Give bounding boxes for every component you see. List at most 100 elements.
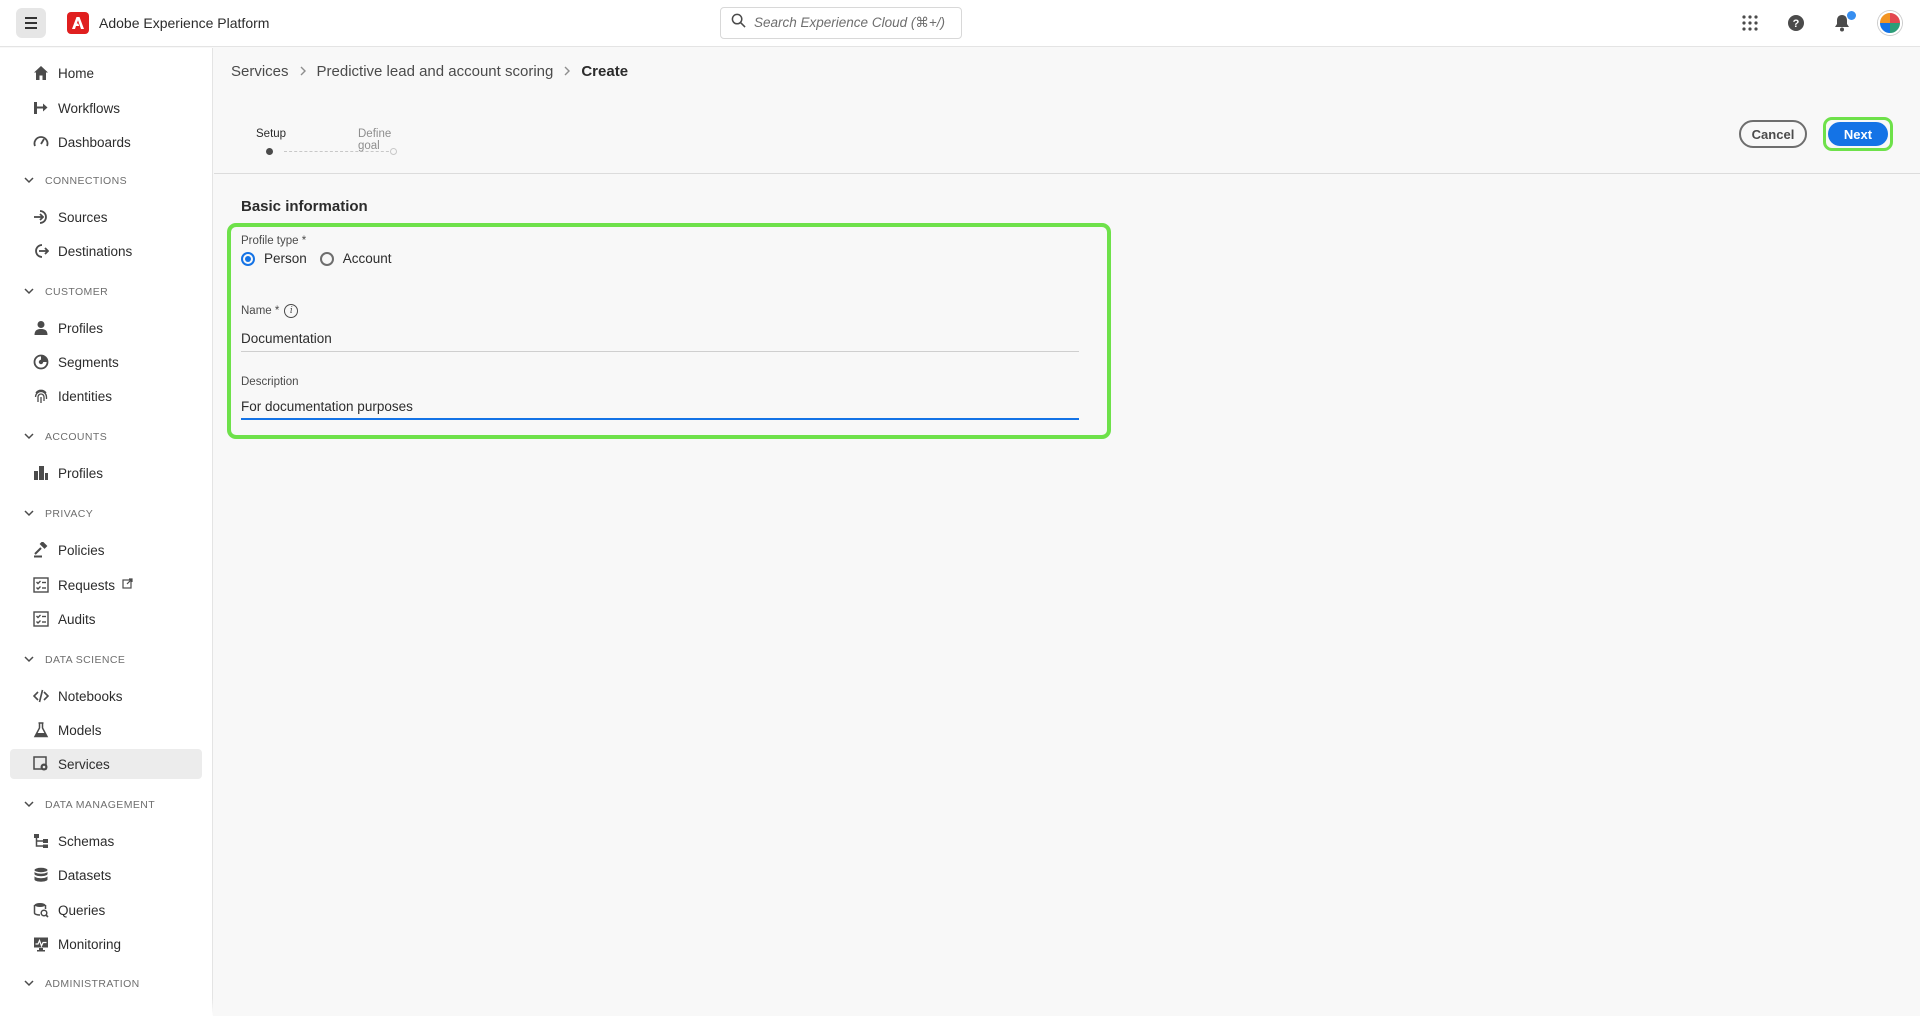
radio-option-account[interactable]: Account (319, 251, 392, 266)
sources-icon (32, 208, 50, 226)
beaker-icon (32, 721, 50, 739)
sidebar-item-label: Identities (58, 388, 113, 404)
apps-grid-icon[interactable] (1739, 12, 1761, 34)
notification-badge (1847, 11, 1856, 20)
sidebar-item-identities[interactable]: Identities (10, 381, 202, 411)
profile-type-radio-group: Person Account (241, 251, 405, 266)
breadcrumb-predictive-scoring[interactable]: Predictive lead and account scoring (317, 63, 554, 80)
scroll-fade (0, 998, 213, 1016)
workflow-icon (32, 99, 50, 117)
cancel-button[interactable]: Cancel (1739, 120, 1807, 148)
search-input[interactable]: Search Experience Cloud (⌘+/) (720, 7, 962, 39)
sidebar-item-schemas[interactable]: Schemas (10, 826, 202, 856)
external-link-icon (122, 578, 133, 592)
section-title: ADMINISTRATION (45, 978, 140, 990)
section-title: DATA SCIENCE (45, 654, 126, 666)
radio-account-label: Account (342, 251, 392, 266)
sidebar-item-datasets[interactable]: Datasets (10, 860, 202, 890)
sidebar-item-profiles[interactable]: Profiles (10, 313, 202, 343)
segments-icon (32, 353, 50, 371)
chevron-down-icon (24, 431, 34, 444)
sidebar-item-destinations[interactable]: Destinations (10, 236, 202, 266)
description-label: Description (241, 376, 299, 388)
sidebar: Home Workflows Dashboards CONNECTIONS So… (0, 48, 213, 1016)
database-icon (32, 866, 50, 884)
help-icon[interactable]: ? (1785, 12, 1807, 34)
sidebar-item-policies[interactable]: Policies (10, 535, 202, 565)
sidebar-item-label: Datasets (58, 867, 112, 883)
radio-person[interactable] (241, 251, 255, 266)
search-icon (731, 13, 746, 33)
monitoring-icon (32, 935, 50, 953)
checklist-icon (32, 610, 50, 628)
building-icon (32, 464, 50, 482)
step-setup-dot (266, 148, 273, 155)
chevron-down-icon (24, 654, 34, 667)
name-field[interactable] (241, 326, 1079, 352)
name-label: Name * (241, 305, 280, 317)
sidebar-item-requests[interactable]: Requests (10, 570, 202, 600)
chevron-down-icon (24, 175, 34, 188)
hamburger-icon (25, 16, 37, 31)
sidebar-item-label: Audits (58, 611, 96, 627)
search-placeholder: Search Experience Cloud (⌘+/) (754, 15, 945, 30)
breadcrumb-services[interactable]: Services (231, 63, 289, 80)
step-setup-label: Setup (256, 128, 287, 140)
gavel-icon (32, 541, 50, 559)
top-bar: Adobe Experience Platform Search Experie… (0, 0, 1920, 47)
description-field[interactable] (241, 394, 1079, 420)
section-privacy[interactable]: PRIVACY (24, 506, 93, 522)
chevron-down-icon (24, 978, 34, 991)
sidebar-item-dashboards[interactable]: Dashboards (10, 127, 202, 157)
sidebar-item-sources[interactable]: Sources (10, 202, 202, 232)
sidebar-item-label: Models (58, 722, 102, 738)
section-title: ACCOUNTS (45, 431, 108, 443)
sidebar-item-monitoring[interactable]: Monitoring (10, 929, 202, 959)
sidebar-item-notebooks[interactable]: Notebooks (10, 681, 202, 711)
info-icon[interactable]: i (284, 304, 299, 318)
section-title: PRIVACY (45, 508, 94, 520)
sidebar-item-home[interactable]: Home (10, 58, 202, 88)
section-data-management[interactable]: DATA MANAGEMENT (24, 797, 155, 813)
section-connections[interactable]: CONNECTIONS (24, 173, 127, 189)
sidebar-item-label: Schemas (58, 833, 115, 849)
sidebar-item-services[interactable]: Services (10, 749, 202, 779)
next-button[interactable]: Next (1828, 122, 1888, 146)
section-title: CUSTOMER (45, 286, 109, 298)
user-avatar[interactable] (1878, 11, 1902, 35)
adobe-logo-icon (67, 12, 89, 34)
sidebar-item-label: Profiles (58, 320, 104, 336)
header-divider (214, 173, 1920, 174)
fingerprint-icon (32, 387, 50, 405)
section-administration[interactable]: ADMINISTRATION (24, 976, 140, 992)
user-icon (32, 319, 50, 337)
radio-option-person[interactable]: Person (241, 251, 307, 266)
section-customer[interactable]: CUSTOMER (24, 284, 108, 300)
sidebar-item-account-profiles[interactable]: Profiles (10, 458, 202, 488)
sidebar-item-label: Workflows (58, 100, 121, 116)
schema-icon (32, 832, 50, 850)
sidebar-item-segments[interactable]: Segments (10, 347, 202, 377)
checklist-icon (32, 576, 50, 594)
radio-account[interactable] (319, 251, 334, 266)
sidebar-item-workflows[interactable]: Workflows (10, 93, 202, 123)
sidebar-item-audits[interactable]: Audits (10, 604, 202, 634)
menu-toggle-button[interactable] (16, 8, 46, 38)
sidebar-item-label: Destinations (58, 243, 133, 259)
step-define-goal-label: Define goal (358, 128, 392, 152)
sidebar-item-queries[interactable]: Queries (10, 895, 202, 925)
chevron-right-icon (563, 64, 571, 79)
sidebar-item-label: Services (58, 756, 110, 772)
app-title: Adobe Experience Platform (99, 15, 270, 31)
section-accounts[interactable]: ACCOUNTS (24, 429, 107, 445)
section-data-science[interactable]: DATA SCIENCE (24, 652, 125, 668)
radio-person-label: Person (264, 251, 307, 266)
dashboard-icon (32, 133, 50, 151)
sidebar-item-label: Sources (58, 209, 108, 225)
section-title: DATA MANAGEMENT (45, 799, 156, 811)
sidebar-item-label: Requests (58, 577, 116, 593)
destinations-icon (32, 242, 50, 260)
sidebar-item-models[interactable]: Models (10, 715, 202, 745)
breadcrumb-current: Create (581, 63, 629, 80)
chevron-down-icon (24, 286, 34, 299)
